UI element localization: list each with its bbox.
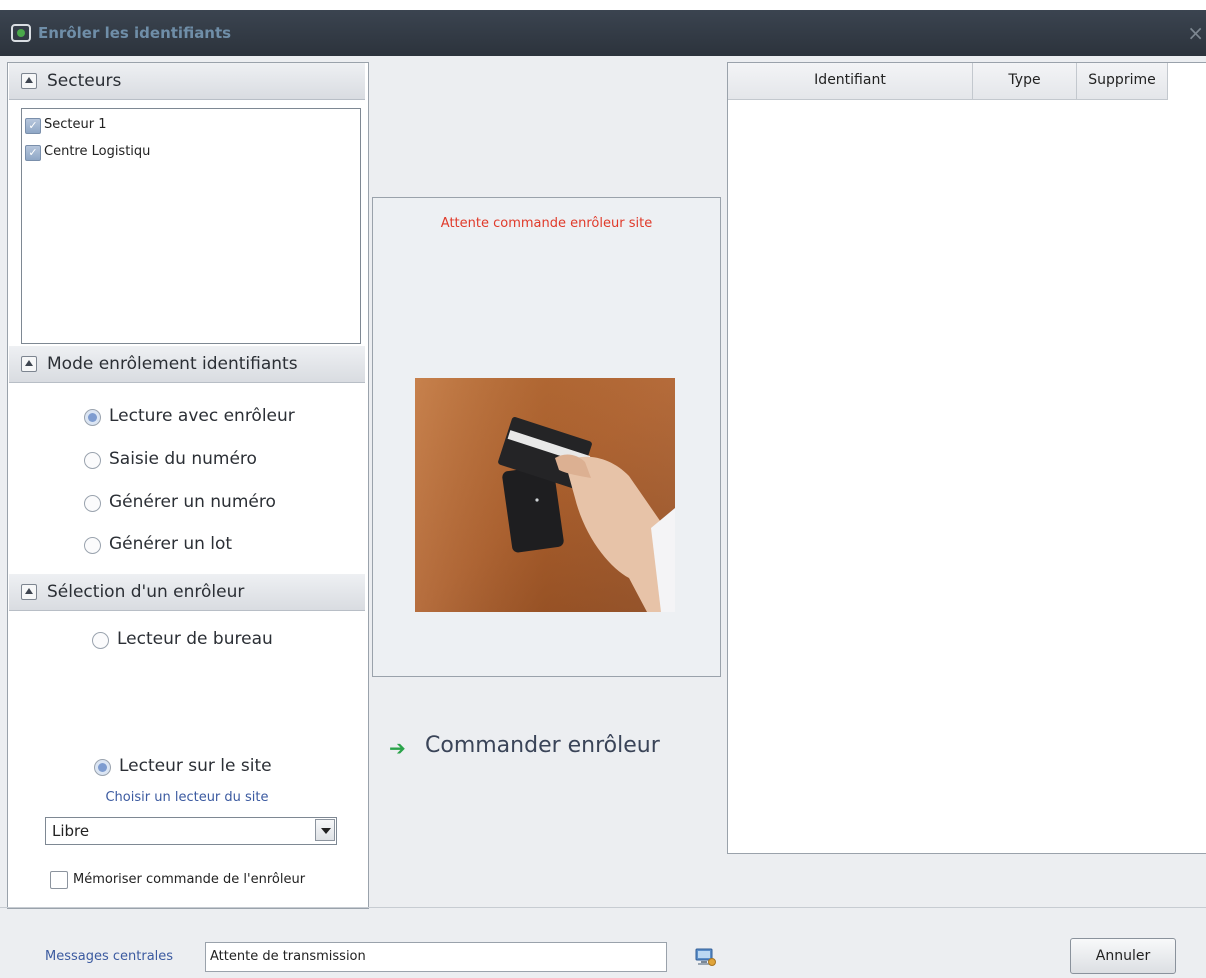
site-reader-value: Libre bbox=[52, 822, 90, 840]
app-window-icon bbox=[11, 24, 31, 42]
enroller-status-panel: Attente commande enrôleur site bbox=[372, 197, 721, 677]
radio-icon[interactable] bbox=[84, 495, 101, 512]
status-text: Attente commande enrôleur site bbox=[440, 216, 653, 231]
checkbox-checked-icon[interactable]: ✓ bbox=[25, 145, 41, 161]
title-bar: Enrôler les identifiants × bbox=[0, 10, 1206, 56]
column-header-type[interactable]: Type bbox=[973, 63, 1077, 99]
close-icon[interactable]: × bbox=[1187, 21, 1204, 45]
site-reader-select[interactable]: Libre bbox=[45, 817, 337, 845]
column-header-identifiant[interactable]: Identifiant bbox=[728, 63, 973, 99]
messages-value: Attente de transmission bbox=[210, 949, 366, 964]
sectors-title: Secteurs bbox=[47, 71, 122, 91]
messages-label: Messages centrales bbox=[45, 949, 174, 964]
column-header-supprime[interactable]: Supprime bbox=[1077, 63, 1168, 99]
mode-title: Mode enrôlement identifiants bbox=[47, 354, 298, 374]
sectors-header[interactable]: Secteurs bbox=[9, 63, 365, 100]
radio-icon[interactable] bbox=[92, 632, 109, 649]
sector-label: Secteur 1 bbox=[44, 117, 107, 132]
top-strip bbox=[0, 0, 1206, 10]
table-header: Identifiant Type Supprime bbox=[728, 63, 1168, 100]
footer-divider bbox=[0, 907, 1206, 908]
radio-selected-icon[interactable] bbox=[84, 409, 101, 426]
radio-selected-icon[interactable] bbox=[94, 759, 111, 776]
identifiers-table[interactable]: Identifiant Type Supprime bbox=[727, 62, 1206, 854]
radio-icon[interactable] bbox=[84, 537, 101, 554]
checkbox-icon[interactable] bbox=[50, 871, 68, 889]
network-computer-icon[interactable] bbox=[694, 947, 716, 967]
card-reader-image bbox=[415, 378, 675, 612]
sector-label: Centre Logistiqu bbox=[44, 144, 151, 159]
checkbox-checked-icon[interactable]: ✓ bbox=[25, 118, 41, 134]
collapse-icon[interactable] bbox=[21, 73, 37, 89]
command-enroller-label: Commander enrôleur bbox=[425, 733, 660, 758]
messages-field: Attente de transmission bbox=[205, 942, 667, 972]
enroller-header[interactable]: Sélection d'un enrôleur bbox=[9, 574, 365, 611]
mode-header[interactable]: Mode enrôlement identifiants bbox=[9, 346, 365, 383]
chevron-down-icon[interactable] bbox=[315, 819, 335, 841]
left-panel: Secteurs ✓ Secteur 1 ✓ Centre Logistiqu … bbox=[7, 62, 369, 909]
sectors-list[interactable]: ✓ Secteur 1 ✓ Centre Logistiqu bbox=[21, 108, 361, 344]
radio-icon[interactable] bbox=[84, 452, 101, 469]
enroller-title: Sélection d'un enrôleur bbox=[47, 582, 245, 602]
green-arrow-icon: ➔ bbox=[389, 736, 406, 760]
collapse-icon[interactable] bbox=[21, 584, 37, 600]
window-title: Enrôler les identifiants bbox=[38, 24, 232, 42]
collapse-icon[interactable] bbox=[21, 356, 37, 372]
choose-reader-label: Choisir un lecteur du site bbox=[105, 790, 269, 805]
cancel-button[interactable]: Annuler bbox=[1070, 938, 1176, 974]
memorize-label: Mémoriser commande de l'enrôleur bbox=[73, 872, 306, 887]
